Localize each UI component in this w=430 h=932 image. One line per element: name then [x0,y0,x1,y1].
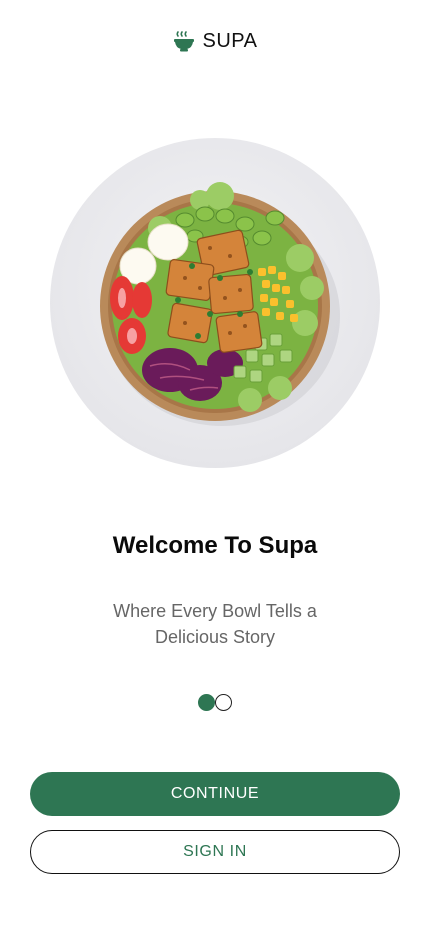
salad-bowl-image [50,138,380,468]
continue-button[interactable]: CONTINUE [30,772,400,816]
brand-header: SUPA [0,30,430,53]
pagination-dots [0,694,430,711]
sign-in-button[interactable]: SIGN IN [30,830,400,874]
page-dot-active[interactable] [198,694,215,711]
brand-name: SUPA [202,30,258,52]
page-dot-inactive[interactable] [215,694,232,711]
welcome-subtitle: Where Every Bowl Tells a Delicious Story [113,601,317,647]
bowl-steam-icon [173,30,195,53]
welcome-title: Welcome To Supa [112,532,318,559]
